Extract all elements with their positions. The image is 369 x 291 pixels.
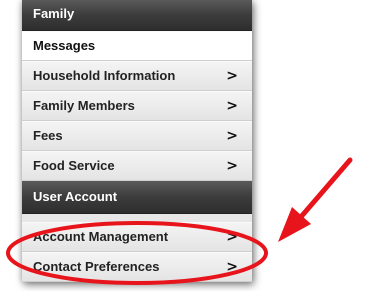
section-header-family: Family bbox=[22, 0, 252, 31]
chevron-right-icon: > bbox=[226, 229, 238, 245]
menu-item-food-service[interactable]: Food Service > bbox=[22, 151, 252, 181]
menu-spacer bbox=[22, 214, 252, 222]
menu-item-label: Fees bbox=[33, 128, 63, 143]
menu-item-contact-preferences[interactable]: Contact Preferences > bbox=[22, 252, 252, 282]
arrow-shaft bbox=[297, 157, 353, 221]
chevron-right-icon: > bbox=[226, 158, 238, 174]
arrow-head-icon bbox=[278, 207, 311, 242]
chevron-right-icon: > bbox=[226, 259, 238, 275]
menu-item-family-members[interactable]: Family Members > bbox=[22, 91, 252, 121]
menu-item-label: Account Management bbox=[33, 229, 169, 244]
menu-item-label: Family Members bbox=[33, 98, 135, 113]
chevron-right-icon: > bbox=[226, 98, 238, 114]
side-menu: Family Messages Household Information > … bbox=[22, 0, 252, 282]
menu-item-messages[interactable]: Messages bbox=[22, 31, 252, 61]
menu-item-account-management[interactable]: Account Management > bbox=[22, 222, 252, 252]
chevron-right-icon: > bbox=[226, 68, 238, 84]
section-header-user-account: User Account bbox=[22, 181, 252, 214]
menu-item-label: Food Service bbox=[33, 158, 115, 173]
menu-item-label: Messages bbox=[33, 38, 96, 53]
menu-item-fees[interactable]: Fees > bbox=[22, 121, 252, 151]
menu-item-household-information[interactable]: Household Information > bbox=[22, 61, 252, 91]
menu-item-label: Household Information bbox=[33, 68, 176, 83]
menu-item-label: Contact Preferences bbox=[33, 259, 160, 274]
chevron-right-icon: > bbox=[226, 128, 238, 144]
